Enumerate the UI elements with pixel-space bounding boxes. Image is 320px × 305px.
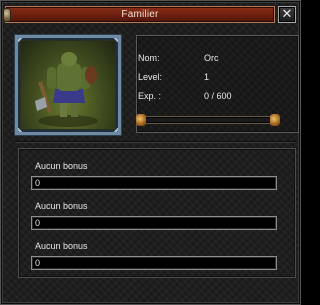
level-value: 1 <box>204 72 210 82</box>
bonus-2-label: Aucun bonus <box>35 201 88 211</box>
bonus-2-field[interactable]: 0 <box>31 216 277 230</box>
bonus-1-label: Aucun bonus <box>35 161 88 171</box>
bar-left-cap <box>136 114 146 126</box>
window-title: Familier <box>121 9 159 20</box>
pin-icon <box>3 8 11 22</box>
exp-row: Exp. : 0 / 600 <box>138 91 288 103</box>
exp-label: Exp. : <box>138 91 162 101</box>
orc-portrait <box>21 41 115 129</box>
name-label: Nom: <box>138 53 160 63</box>
exp-progress-bar <box>136 114 280 126</box>
close-icon: ✕ <box>281 7 293 22</box>
portrait-frame <box>15 35 121 135</box>
level-label: Level: <box>138 72 163 82</box>
section-divider <box>15 141 295 143</box>
bonus-1-field[interactable]: 0 <box>31 176 277 190</box>
bonus-3-label: Aucun bonus <box>35 241 88 251</box>
exp-value: 0 / 600 <box>204 91 232 101</box>
orc-figure <box>35 52 98 127</box>
title-bar[interactable]: Familier <box>3 6 275 23</box>
bar-right-cap <box>270 114 280 126</box>
close-button[interactable]: ✕ <box>278 6 296 23</box>
bonus-3-field[interactable]: 0 <box>31 256 277 270</box>
name-row: Nom: Orc <box>138 53 288 65</box>
familier-window: Familier ✕ Nom: Orc Level: 1 Exp.: 0 / … <box>0 0 301 305</box>
name-value: Orc <box>204 53 219 63</box>
level-row: Level: 1 <box>138 72 288 84</box>
